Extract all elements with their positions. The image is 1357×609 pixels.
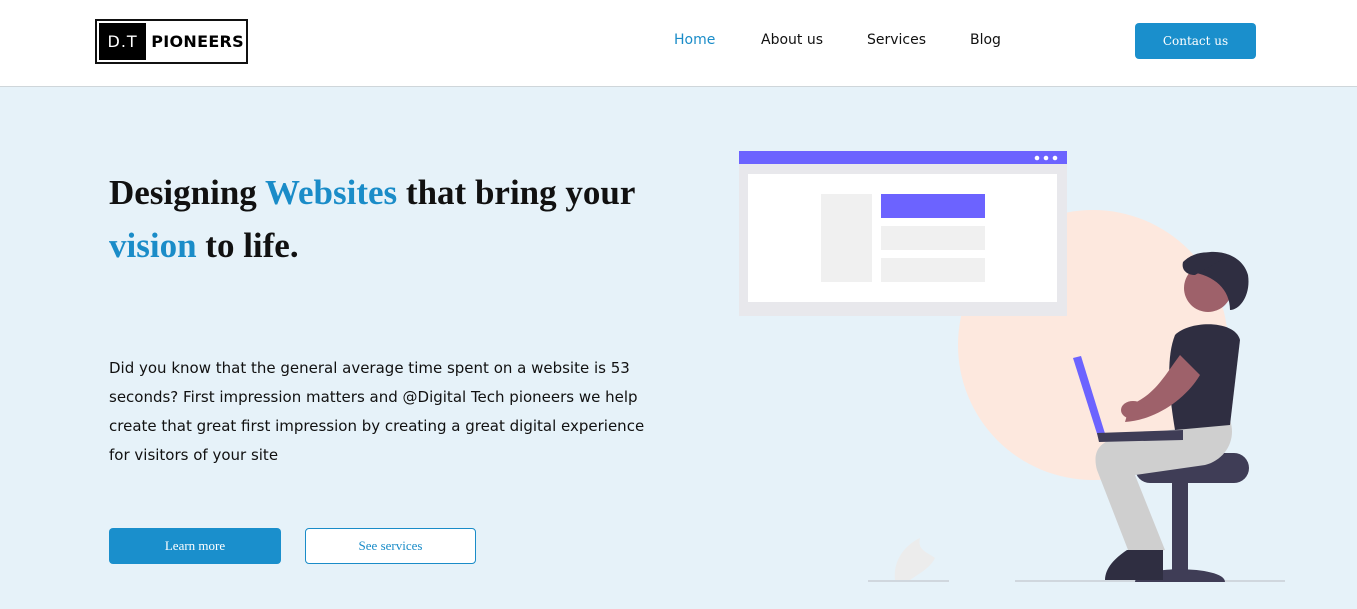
hero-headline: Designing Websites that bring your vision…: [109, 166, 689, 272]
hero-paragraph: Did you know that the general average ti…: [109, 359, 645, 464]
browser-window-illustration: [739, 151, 1067, 316]
headline-part-3: to life.: [196, 226, 299, 265]
headline-accent-vision: vision: [109, 226, 197, 265]
contact-us-button[interactable]: Contact us: [1135, 23, 1256, 59]
site-header: D.T PIONEERS Home About us Services Blog…: [0, 0, 1357, 87]
headline-part-2: that bring your: [397, 173, 636, 212]
logo[interactable]: D.T PIONEERS: [95, 19, 248, 64]
nav-services[interactable]: Services: [867, 32, 926, 48]
plant-shape: [894, 538, 935, 580]
logo-box: D.T: [99, 23, 147, 60]
hero-illustration: [739, 151, 1285, 582]
headline-part-1: Designing: [109, 173, 265, 212]
nav-home[interactable]: Home: [674, 32, 715, 48]
learn-more-button[interactable]: Learn more: [109, 528, 281, 564]
logo-text: PIONEERS: [151, 32, 244, 51]
headline-accent-websites: Websites: [264, 173, 398, 212]
nav-blog[interactable]: Blog: [970, 32, 1001, 48]
see-services-button[interactable]: See services: [305, 528, 476, 564]
nav-about-us[interactable]: About us: [761, 32, 823, 48]
